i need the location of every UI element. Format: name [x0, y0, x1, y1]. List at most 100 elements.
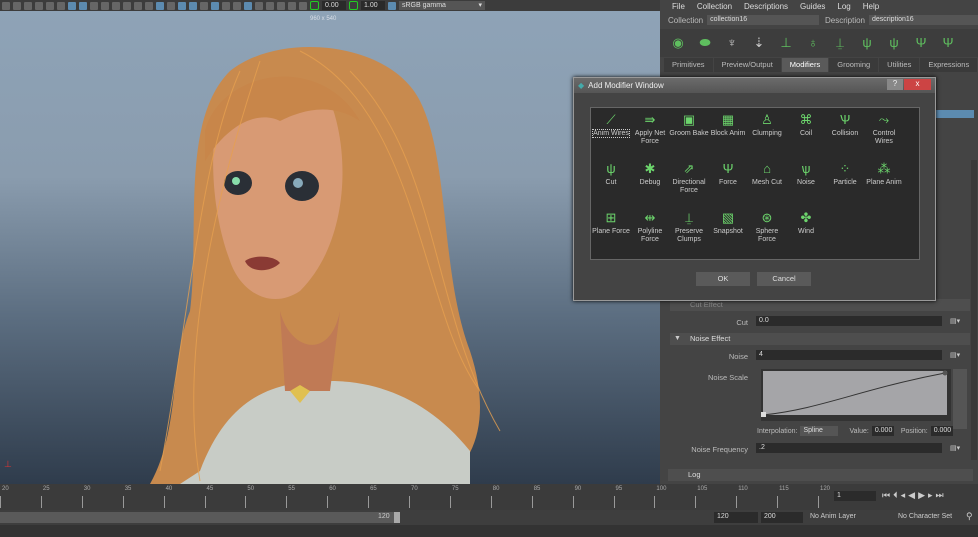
tool-icon[interactable] [156, 1, 164, 10]
command-line[interactable] [0, 525, 978, 537]
ok-button[interactable]: OK [696, 272, 750, 286]
menu-log[interactable]: Log [837, 2, 850, 11]
modifier-wind[interactable]: ✤ Wind [786, 210, 826, 236]
ramp-key[interactable] [761, 412, 766, 417]
tool-icon[interactable] [134, 1, 142, 10]
guide-sculpt-icon[interactable]: ♁ [805, 35, 821, 51]
tool-icon[interactable] [189, 1, 197, 10]
menu-help[interactable]: Help [863, 2, 879, 11]
modifier-collision[interactable]: Ѱ Collision [825, 112, 865, 138]
modifier-groom-bake[interactable]: ▣ Groom Bake [669, 112, 709, 138]
ramp-expand-button[interactable] [953, 369, 967, 429]
modifier-particle[interactable]: ⁘ Particle [825, 161, 865, 187]
tool-icon[interactable] [255, 1, 263, 10]
tool-icon[interactable] [266, 1, 274, 10]
3d-viewport[interactable]: 960 x 540 ⊥ [0, 11, 660, 484]
tab-utilities[interactable]: Utilities [879, 58, 920, 72]
position-field[interactable]: 0.000 [930, 426, 953, 436]
modifier-apply-net-force[interactable]: ⇛ Apply Net Force [630, 112, 670, 146]
tab-preview-output[interactable]: Preview/Output [713, 58, 781, 72]
log-section[interactable]: Log [668, 469, 973, 481]
modifier-noise[interactable]: ѱ Noise [786, 161, 826, 187]
play-forwards-icon[interactable]: ▶ [918, 490, 925, 501]
add-guide-icon[interactable]: ⇣ [751, 35, 767, 51]
tool-icon[interactable] [288, 1, 296, 10]
tool-icon[interactable] [167, 1, 175, 10]
go-to-start-icon[interactable]: ⏮ [882, 490, 890, 501]
color-management-icon[interactable] [388, 1, 396, 10]
ramp-key[interactable] [942, 370, 948, 376]
interpolation-dropdown[interactable]: Spline [800, 426, 839, 436]
groom-leaf-icon[interactable]: ⬬ [697, 35, 713, 51]
modifier-snapshot[interactable]: ▧ Snapshot [708, 210, 748, 236]
description-dropdown[interactable]: description16 [869, 15, 978, 25]
map-menu-icon[interactable]: ▤▾ [950, 444, 966, 452]
auto-key-icon[interactable]: ⚲ [966, 511, 973, 522]
tool-icon[interactable] [57, 1, 65, 10]
modifier-debug[interactable]: ✱ Debug [630, 161, 670, 187]
menu-guides[interactable]: Guides [800, 2, 825, 11]
tool-icon[interactable] [79, 1, 87, 10]
tool-icon[interactable] [90, 1, 98, 10]
map-menu-icon[interactable]: ▤▾ [950, 351, 966, 359]
cancel-button[interactable]: Cancel [757, 272, 811, 286]
tool-icon[interactable] [13, 1, 21, 10]
go-to-end-icon[interactable]: ⏭ [936, 490, 944, 501]
color-space-dropdown[interactable]: sRGB gamma ▾ [399, 1, 485, 10]
tool-icon[interactable] [299, 1, 307, 10]
gamma-field[interactable]: 1.00 [361, 1, 385, 10]
modifier-preserve-clumps[interactable]: ⍊ Preserve Clumps [669, 210, 709, 244]
create-guides-icon[interactable]: ♆ [724, 35, 740, 51]
modifier-mesh-cut[interactable]: ⌂ Mesh Cut [747, 161, 787, 187]
noise-effect-section[interactable]: Noise Effect [670, 333, 970, 345]
exposure-icon[interactable] [310, 1, 319, 10]
tool-icon[interactable] [211, 1, 219, 10]
guide-lock-icon[interactable]: ⍊ [832, 35, 848, 51]
tool-icon[interactable] [68, 1, 76, 10]
menu-collection[interactable]: Collection [697, 2, 732, 11]
step-back-frame-icon[interactable]: ◂ [901, 490, 906, 501]
range-handle[interactable] [394, 512, 400, 523]
preview-icon[interactable]: ◉ [670, 35, 686, 51]
range-end-field[interactable]: 120 [714, 512, 758, 523]
exposure-field[interactable]: 0.00 [322, 1, 346, 10]
modifier-coil[interactable]: ⌘ Coil [786, 112, 826, 138]
modifier-anim-wires[interactable]: ⟋ Anim Wires [591, 112, 631, 138]
modifier-clumping[interactable]: ♙ Clumping [747, 112, 787, 138]
modifier-cut[interactable]: ψ Cut [591, 161, 631, 187]
hair-icon[interactable]: ψ [859, 35, 875, 51]
current-frame-field[interactable]: 1 [834, 491, 876, 501]
range-bar[interactable] [0, 512, 400, 523]
tab-grooming[interactable]: Grooming [829, 58, 879, 72]
gamma-icon[interactable] [349, 1, 358, 10]
range-max-field[interactable]: 200 [761, 512, 803, 523]
dialog-titlebar[interactable]: ◆ Add Modifier Window ? x [574, 78, 935, 93]
character-set-dropdown[interactable]: No Character Set [898, 513, 952, 520]
noise-frequency-field[interactable]: .2 [756, 443, 942, 453]
cut-field[interactable]: 0.0 [756, 316, 942, 326]
tool-icon[interactable] [35, 1, 43, 10]
modifier-polyline-force[interactable]: ⇹ Polyline Force [630, 210, 670, 244]
modifier-plane-force[interactable]: ⊞ Plane Force [591, 210, 631, 236]
modifier-force[interactable]: Ψ Force [708, 161, 748, 187]
tool-icon[interactable] [222, 1, 230, 10]
tool-icon[interactable] [178, 1, 186, 10]
hair-cut-icon[interactable]: ψ [886, 35, 902, 51]
modifier-control-wires[interactable]: ⤳ Control Wires [864, 112, 904, 146]
tool-icon[interactable] [145, 1, 153, 10]
step-back-key-icon[interactable]: ⏴ [893, 490, 898, 501]
tab-primitives[interactable]: Primitives [664, 58, 713, 72]
noise-scale-ramp[interactable] [761, 369, 951, 421]
step-forward-icon[interactable]: ▸ [928, 490, 933, 501]
tool-icon[interactable] [24, 1, 32, 10]
tab-expressions[interactable]: Expressions [920, 58, 978, 72]
tool-icon[interactable] [233, 1, 241, 10]
help-button[interactable]: ? [887, 79, 903, 90]
menu-descriptions[interactable]: Descriptions [744, 2, 788, 11]
tab-modifiers[interactable]: Modifiers [781, 58, 829, 72]
modifier-block-anim[interactable]: ▦ Block Anim [708, 112, 748, 138]
modifier-sphere-force[interactable]: ⊛ Sphere Force [747, 210, 787, 244]
tool-icon[interactable] [101, 1, 109, 10]
guide-add-icon[interactable]: ⊥ [778, 35, 794, 51]
tool-icon[interactable] [244, 1, 252, 10]
